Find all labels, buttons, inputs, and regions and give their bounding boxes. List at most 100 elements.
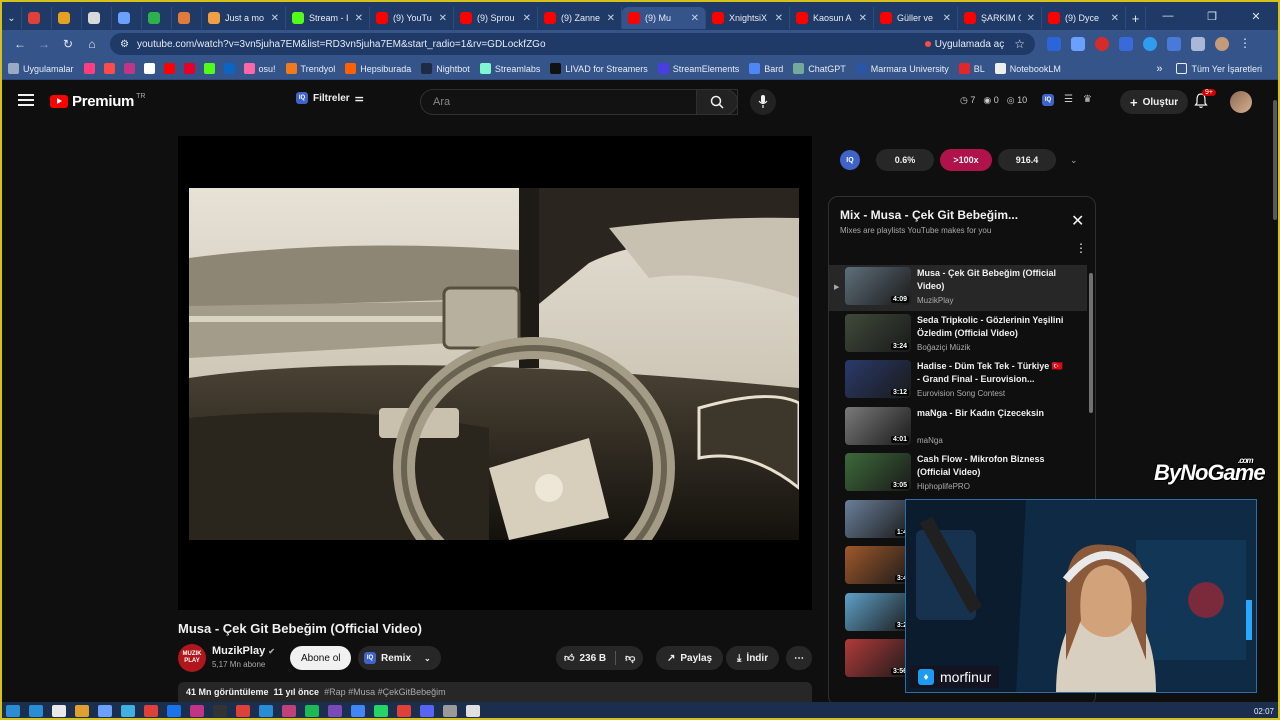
browser-tab[interactable]: Stream - I ✕ bbox=[286, 7, 370, 29]
notifications-button[interactable]: 9+ bbox=[1194, 89, 1216, 114]
taskbar-app-icon[interactable] bbox=[213, 705, 227, 717]
download-button[interactable]: ⤓ İndir bbox=[726, 646, 780, 670]
iq-logo[interactable]: IQ bbox=[840, 150, 860, 170]
menu-dots-icon[interactable]: ⋮ bbox=[1239, 37, 1251, 51]
extension-icon[interactable] bbox=[1095, 37, 1109, 51]
bookmark-item[interactable]: osu! bbox=[243, 63, 276, 74]
taskbar-app-icon[interactable] bbox=[75, 705, 89, 717]
video-thumbnail[interactable]: 1:4 bbox=[845, 499, 911, 538]
taskbar-app-icon[interactable] bbox=[52, 705, 66, 717]
share-button[interactable]: ↗ Paylaş bbox=[656, 646, 724, 670]
browser-tab[interactable]: (9) Sprou ✕ bbox=[454, 7, 538, 29]
hamburger-menu-icon[interactable] bbox=[18, 94, 34, 109]
tab-close-icon[interactable]: ✕ bbox=[775, 13, 783, 24]
open-in-app-button[interactable]: Uygulamada aç bbox=[924, 39, 1004, 50]
bookmark-item[interactable]: Uygulamalar bbox=[8, 63, 74, 74]
video-thumbnail[interactable]: 3:05 bbox=[845, 453, 911, 491]
taskbar-app-icon[interactable] bbox=[121, 705, 135, 717]
youtube-logo[interactable]: Premium TR bbox=[50, 93, 145, 110]
playlist-item-title[interactable]: Cash Flow - Mikrofon Bizness (Official V… bbox=[917, 453, 1067, 479]
video-thumbnail[interactable]: 4:09 bbox=[845, 267, 911, 305]
avatar[interactable] bbox=[1230, 91, 1252, 113]
taskbar-app-icon[interactable] bbox=[466, 705, 480, 717]
voice-search-button[interactable] bbox=[750, 89, 776, 115]
tab-close-icon[interactable]: ✕ bbox=[943, 13, 951, 24]
playlist-item-now-playing[interactable]: ▶ 4:09 Musa - Çek Git Bebeğim (Official Vi… bbox=[829, 265, 1087, 311]
tab-close-icon[interactable]: ✕ bbox=[271, 13, 279, 24]
more-actions-button[interactable]: ⋯ bbox=[786, 646, 812, 670]
bookmark-item[interactable]: Nightbot bbox=[421, 63, 470, 74]
bookmark-item[interactable] bbox=[103, 63, 115, 74]
playlist-item-title[interactable]: Hadise - Düm Tek Tek - Türkiye 🇹🇷 - Gran… bbox=[917, 360, 1067, 386]
extension-icon[interactable] bbox=[1143, 37, 1157, 51]
tab-close-icon[interactable]: ✕ bbox=[523, 13, 531, 24]
tab-close-icon[interactable]: ✕ bbox=[439, 13, 447, 24]
browser-tab[interactable] bbox=[142, 7, 172, 29]
bookmark-item[interactable]: LIVAD for Streamers bbox=[550, 63, 648, 74]
description-box[interactable]: 41 Mn görüntüleme 11 yıl önce #Rap #Musa… bbox=[178, 682, 812, 702]
playlist-item[interactable]: 3:24 Seda Tripkolic - Gözlerinin Yeşilini… bbox=[829, 312, 1087, 358]
playlist-item-title[interactable]: maNga - Bir Kadın Çizeceksin bbox=[917, 407, 1067, 420]
tab-close-icon[interactable]: ✕ bbox=[607, 13, 615, 24]
bookmark-item[interactable]: ChatGPT bbox=[793, 63, 846, 74]
taskbar-app-icon[interactable] bbox=[6, 705, 20, 717]
hashtags[interactable]: #Rap #Musa #ÇekGitBebeğim bbox=[324, 687, 446, 697]
close-window-button[interactable]: ✕ bbox=[1234, 10, 1278, 23]
forward-icon[interactable]: → bbox=[32, 37, 56, 51]
reload-icon[interactable]: ↻ bbox=[56, 37, 80, 51]
bookmark-item[interactable]: Marmara University bbox=[855, 63, 949, 74]
browser-tab[interactable]: (9) Dyce ✕ bbox=[1042, 7, 1126, 29]
iq-stat-chip[interactable]: 916.4 bbox=[998, 149, 1056, 171]
extension-icon[interactable] bbox=[1167, 37, 1181, 51]
taskbar-app-icon[interactable] bbox=[236, 705, 250, 717]
browser-tab[interactable]: XnightsiX ✕ bbox=[706, 7, 790, 29]
restore-button[interactable]: ❐ bbox=[1190, 10, 1234, 23]
page-scrollbar[interactable] bbox=[1272, 84, 1278, 700]
video-thumbnail[interactable]: 3:4 bbox=[845, 546, 911, 584]
channel-name[interactable]: MuzikPlay ✔ bbox=[212, 645, 275, 657]
extension-icon[interactable] bbox=[1071, 37, 1085, 51]
like-button[interactable]: 👍︎ 236 B bbox=[564, 652, 606, 665]
tab-active[interactable]: (9) Mu ✕ bbox=[622, 7, 706, 29]
bookmark-item[interactable] bbox=[83, 63, 95, 74]
browser-tab[interactable] bbox=[112, 7, 142, 29]
browser-tab[interactable]: Kaosun A ✕ bbox=[790, 7, 874, 29]
bookmark-item[interactable] bbox=[123, 63, 135, 74]
taskbar-app-icon[interactable] bbox=[305, 705, 319, 717]
browser-tab[interactable] bbox=[82, 7, 112, 29]
iq-stat-chip[interactable]: >100x bbox=[940, 149, 992, 171]
taskbar-app-icon[interactable] bbox=[144, 705, 158, 717]
playlist-item-title[interactable]: Seda Tripkolic - Gözlerinin Yeşilini Özl… bbox=[917, 314, 1067, 340]
trophy-icon[interactable]: ♛ bbox=[1083, 94, 1092, 106]
bookmark-item[interactable] bbox=[143, 63, 155, 74]
tab-close-icon[interactable]: ✕ bbox=[1027, 13, 1035, 24]
minimize-button[interactable]: — bbox=[1146, 10, 1190, 23]
bookmark-item[interactable] bbox=[223, 63, 235, 74]
more-bookmarks-button[interactable]: » bbox=[1156, 63, 1162, 75]
tab-search-menu[interactable]: ⌄ bbox=[2, 7, 22, 29]
playlist-item[interactable]: 4:01 maNga - Bir Kadın Çizeceksin maNga bbox=[829, 405, 1087, 451]
playlist-item[interactable]: 3:05 Cash Flow - Mikrofon Bizness (Offici… bbox=[829, 451, 1087, 497]
browser-tab[interactable]: Just a mo ✕ bbox=[202, 7, 286, 29]
bookmark-item[interactable] bbox=[163, 63, 175, 74]
extension-icon[interactable] bbox=[1119, 37, 1133, 51]
bookmark-item[interactable]: Hepsiburada bbox=[345, 63, 411, 74]
taskbar-app-icon[interactable] bbox=[190, 705, 204, 717]
video-player[interactable] bbox=[178, 136, 812, 610]
video-thumbnail[interactable]: 3:56 bbox=[845, 639, 911, 677]
bookmark-item[interactable]: Bard bbox=[749, 63, 783, 74]
browser-tab[interactable]: (9) Zanne ✕ bbox=[538, 7, 622, 29]
browser-tab[interactable]: Güller ve ✕ bbox=[874, 7, 958, 29]
tab-close-icon[interactable]: ✕ bbox=[1111, 13, 1119, 24]
iq-icon[interactable]: IQ bbox=[1042, 94, 1054, 106]
bookmark-item[interactable]: Streamlabs bbox=[479, 63, 540, 74]
address-bar[interactable]: ⚙ youtube.com/watch?v=3vn5juha7EM&list=R… bbox=[110, 33, 1035, 55]
tab-close-icon[interactable]: ✕ bbox=[691, 13, 699, 24]
tab-close-icon[interactable]: ✕ bbox=[355, 13, 363, 24]
playlist-menu-icon[interactable]: ⋮ bbox=[1075, 241, 1087, 255]
browser-tab[interactable] bbox=[22, 7, 52, 29]
channel-avatar[interactable]: MUZIK PLAY bbox=[178, 644, 206, 672]
bookmark-item[interactable]: BL bbox=[958, 63, 985, 74]
bookmark-item[interactable]: StreamElements bbox=[657, 63, 739, 74]
taskbar-app-icon[interactable] bbox=[29, 705, 43, 717]
